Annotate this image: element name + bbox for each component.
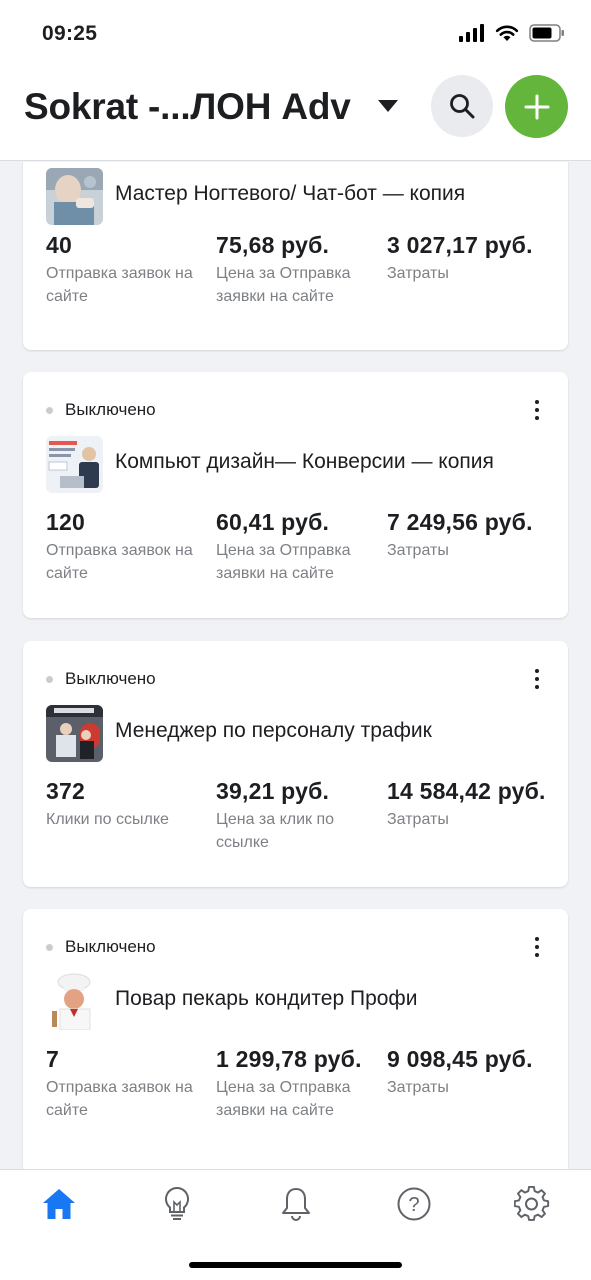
wifi-icon	[495, 25, 519, 41]
metric-label: Затраты	[387, 1079, 449, 1096]
tab-notifications[interactable]	[276, 1184, 316, 1224]
metric-label: Затраты	[387, 265, 449, 282]
add-button[interactable]	[505, 75, 568, 138]
bell-icon	[282, 1188, 310, 1221]
ad-name[interactable]: Повар пекарь кондитер Профи	[115, 987, 417, 1011]
status-bar: 09:25	[0, 0, 591, 68]
metric-label: Цена за Отправка заявки на сайте	[216, 1079, 351, 1119]
ads-feed[interactable]: Мастер Ногтевого/ Чат-бот — копия 40 Отп…	[0, 162, 591, 1169]
metric-label: Цена за клик по ссылке	[216, 811, 335, 851]
metric-results: 120 Отправка заявок на сайте	[46, 507, 206, 585]
signal-icon	[459, 24, 484, 42]
ad-name[interactable]: Мастер Ногтевого/ Чат-бот — копия	[115, 182, 465, 206]
metric-value: 7 249,56 руб.	[387, 509, 533, 535]
status-dot	[46, 943, 53, 951]
metric-spend: 9 098,45 руб. Затраты	[387, 1044, 547, 1099]
metric-spend: 3 027,17 руб. Затраты	[387, 230, 547, 285]
search-button[interactable]	[431, 75, 493, 137]
metric-value: 3 027,17 руб.	[387, 232, 533, 258]
home-indicator	[189, 1262, 402, 1268]
metric-value: 14 584,42 руб.	[387, 778, 546, 804]
metric-spend: 7 249,56 руб. Затраты	[387, 507, 547, 562]
ad-name[interactable]: Менеджер по персоналу трафик	[115, 719, 432, 743]
ad-thumbnail	[46, 973, 103, 1030]
metric-value: 120	[46, 509, 85, 535]
metric-label: Отправка заявок на сайте	[46, 542, 193, 582]
ad-name[interactable]: Компьют дизайн— Конверсии — копия	[115, 450, 494, 474]
ad-card[interactable]: Выключено Повар пекарь кондитер Профи 7 …	[23, 909, 568, 1169]
ad-card[interactable]: Мастер Ногтевого/ Чат-бот — копия 40 Отп…	[23, 162, 568, 350]
metric-label: Затраты	[387, 542, 449, 559]
metric-label: Отправка заявок на сайте	[46, 1079, 193, 1119]
metric-cost-per-result: 1 299,78 руб. Цена за Отправка заявки на…	[216, 1044, 376, 1122]
help-icon: ?	[397, 1187, 431, 1221]
ad-thumbnail	[46, 168, 103, 225]
tab-settings[interactable]	[512, 1184, 552, 1224]
more-options-icon[interactable]	[528, 935, 546, 959]
ad-status: Выключено	[46, 669, 156, 689]
battery-icon	[529, 24, 564, 42]
status-time: 09:25	[42, 22, 98, 45]
more-options-icon[interactable]	[528, 667, 546, 691]
metric-value: 372	[46, 778, 85, 804]
gear-icon	[514, 1186, 550, 1221]
home-icon	[43, 1189, 75, 1219]
metric-value: 7	[46, 1046, 59, 1072]
metric-value: 1 299,78 руб.	[216, 1046, 362, 1072]
status-icons	[459, 24, 565, 42]
svg-text:?: ?	[408, 1194, 419, 1216]
metric-label: Клики по ссылке	[46, 811, 169, 828]
metric-label: Затраты	[387, 811, 449, 828]
metric-label: Цена за Отправка заявки на сайте	[216, 265, 351, 305]
plus-icon	[524, 94, 549, 119]
metric-value: 9 098,45 руб.	[387, 1046, 533, 1072]
metric-spend: 14 584,42 руб. Затраты	[387, 776, 547, 831]
ad-card[interactable]: Выключено Менеджер по персоналу трафик 3…	[23, 641, 568, 887]
ad-thumbnail	[46, 705, 103, 762]
ad-status: Выключено	[46, 400, 156, 420]
metric-label: Отправка заявок на сайте	[46, 265, 193, 305]
status-label: Выключено	[65, 669, 156, 688]
caret-down-icon[interactable]	[377, 99, 399, 113]
tab-home[interactable]	[39, 1184, 79, 1224]
metric-value: 60,41 руб.	[216, 509, 330, 535]
metric-label: Цена за Отправка заявки на сайте	[216, 542, 351, 582]
metric-results: 40 Отправка заявок на сайте	[46, 230, 206, 308]
account-title[interactable]: Sokrat -...ЛОН Adv	[24, 86, 351, 128]
app-header: Sokrat -...ЛОН Adv	[0, 68, 591, 161]
more-options-icon[interactable]	[528, 398, 546, 422]
tab-recommendations[interactable]	[157, 1184, 197, 1224]
ad-thumbnail	[46, 436, 103, 493]
status-label: Выключено	[65, 937, 156, 956]
ad-card[interactable]: Выключено Компьют дизайн— Конверсии — ко…	[23, 372, 568, 618]
metric-cost-per-result: 75,68 руб. Цена за Отправка заявки на са…	[216, 230, 376, 308]
search-icon	[450, 94, 475, 119]
status-dot	[46, 675, 53, 683]
metric-results: 7 Отправка заявок на сайте	[46, 1044, 206, 1122]
metric-cost-per-result: 39,21 руб. Цена за клик по ссылке	[216, 776, 376, 854]
ad-status: Выключено	[46, 937, 156, 957]
metric-value: 75,68 руб.	[216, 232, 330, 258]
metric-cost-per-result: 60,41 руб. Цена за Отправка заявки на са…	[216, 507, 376, 585]
metric-value: 40	[46, 232, 72, 258]
metric-value: 39,21 руб.	[216, 778, 330, 804]
status-dot	[46, 406, 53, 414]
tab-help[interactable]: ?	[394, 1184, 434, 1224]
metric-results: 372 Клики по ссылке	[46, 776, 206, 831]
status-label: Выключено	[65, 400, 156, 419]
lightbulb-icon	[165, 1186, 189, 1220]
